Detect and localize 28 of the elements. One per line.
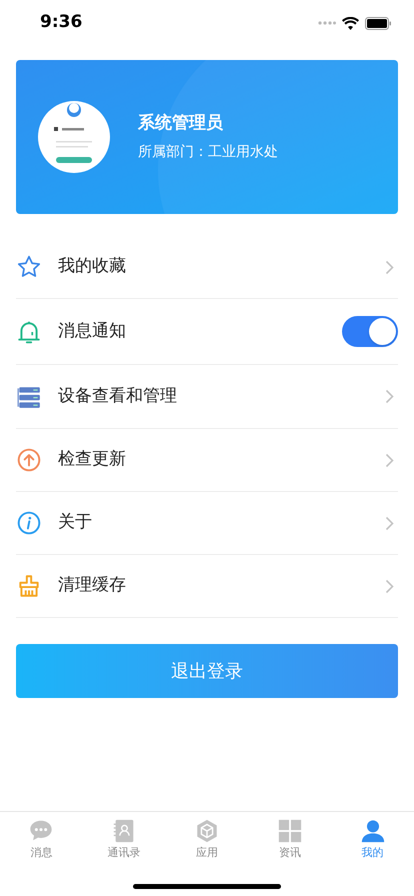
star-icon xyxy=(16,254,42,280)
chevron-right-icon xyxy=(385,389,394,404)
tab[interactable]: 消息 xyxy=(0,818,83,864)
info-icon xyxy=(16,510,42,536)
wifi-icon xyxy=(342,16,359,30)
battery-icon xyxy=(365,16,392,30)
menu-item[interactable]: 清理缓存 xyxy=(16,555,398,618)
tab[interactable]: 通讯录 xyxy=(82,818,166,864)
menu-item[interactable]: 检查更新 xyxy=(16,429,398,492)
chevron-right-icon xyxy=(385,260,394,274)
person-icon xyxy=(360,818,386,844)
tab[interactable]: 资讯 xyxy=(248,818,332,864)
user-name: 系统管理员 xyxy=(138,112,224,135)
department-text: 所属部门：工业用水处 xyxy=(138,143,278,162)
status-time: 9:36 xyxy=(40,11,82,34)
chevron-right-icon xyxy=(385,452,394,468)
grid-icon xyxy=(276,818,303,844)
toggle-switch[interactable] xyxy=(342,316,398,347)
bell-icon xyxy=(16,318,42,344)
menu-item[interactable]: 消息通知 xyxy=(16,299,398,365)
chevron-right-icon xyxy=(385,516,394,530)
signal-icon xyxy=(318,21,336,25)
up-arrow-circle-icon xyxy=(16,447,42,473)
menu-item[interactable]: 我的收藏 xyxy=(16,236,398,299)
menu-item[interactable]: 设备查看和管理 xyxy=(16,365,398,429)
chevron-right-icon xyxy=(385,578,394,594)
menu-item[interactable]: 关于 xyxy=(16,492,398,555)
tab[interactable]: 应用 xyxy=(166,818,248,864)
